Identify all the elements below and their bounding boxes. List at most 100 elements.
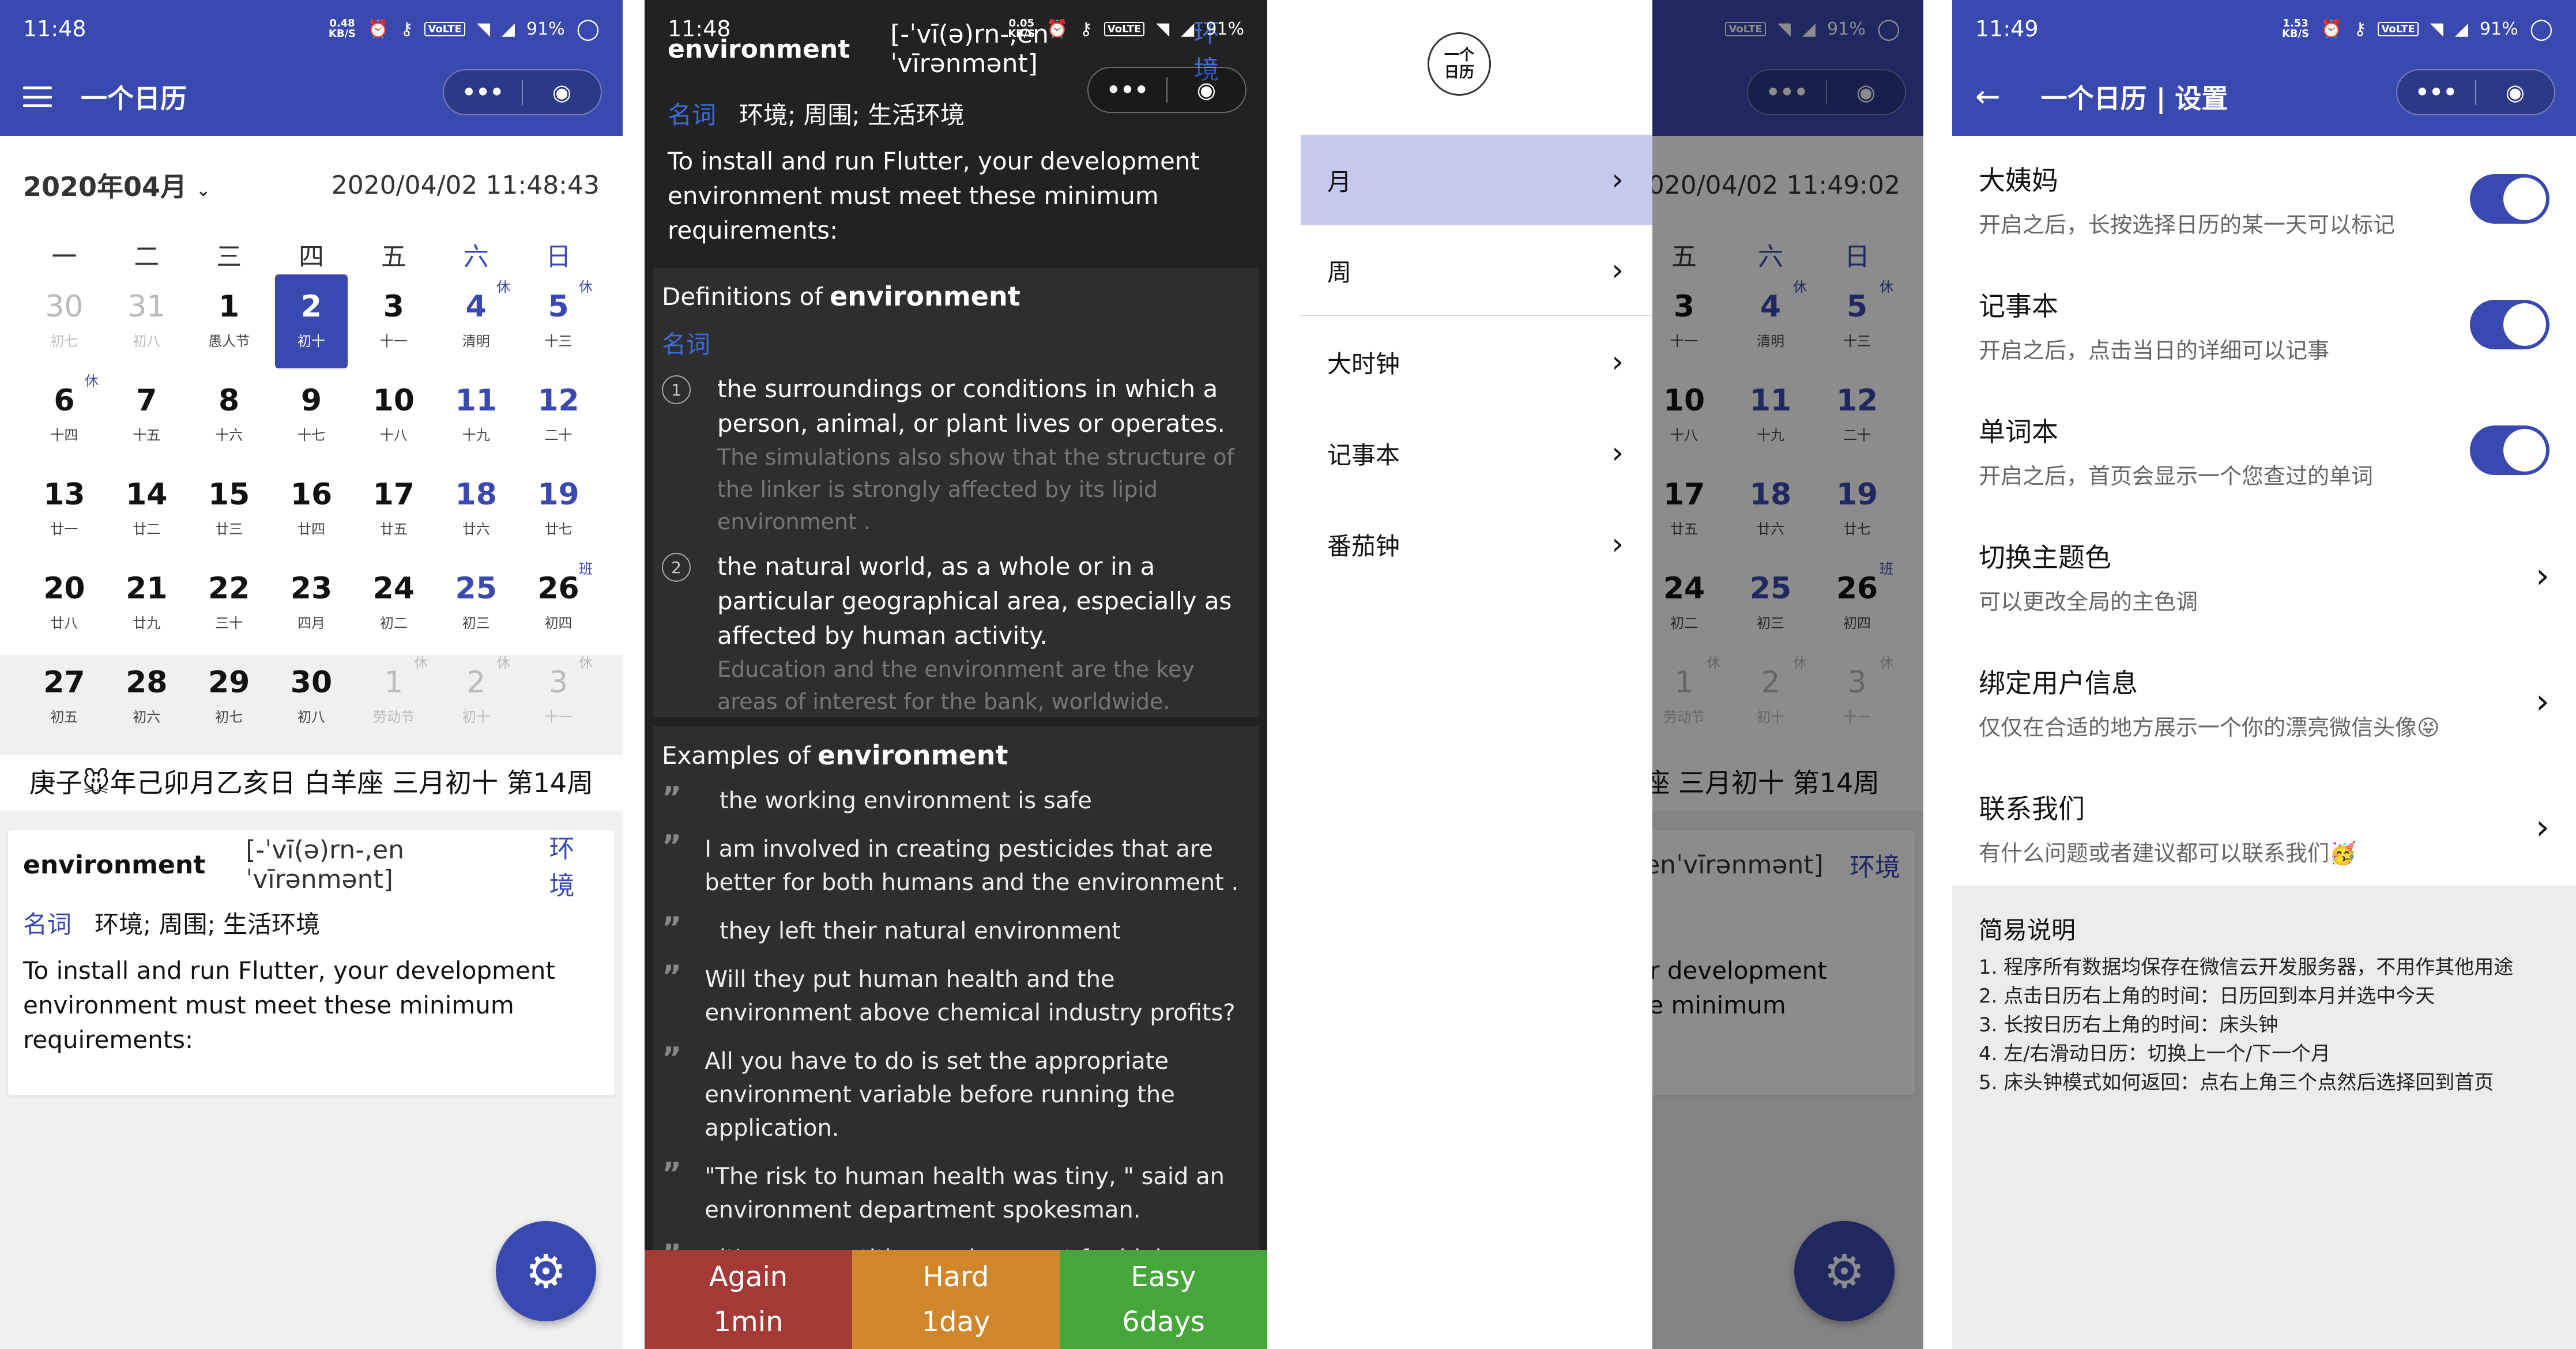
day-cell[interactable]: 7 十五	[106, 368, 188, 462]
day-cell[interactable]: 18 廿六	[435, 462, 517, 556]
day-cell[interactable]: 1 愚人节	[188, 274, 270, 368]
app-title: 一个日历	[81, 83, 187, 114]
chevron-right-icon: ›	[1611, 163, 1624, 197]
day-cell[interactable]: 3 十一休	[517, 650, 600, 744]
day-lunar: 初二	[379, 615, 408, 631]
settings-row[interactable]: 记事本 开启之后，点击当日的详细可以记事	[1952, 262, 2576, 387]
settings-row-text: 单词本 开启之后，首页会显示一个您查过的单词	[1979, 411, 2470, 490]
target-icon[interactable]: ◉	[1168, 77, 1245, 103]
signal-icon: ◢	[1181, 18, 1195, 39]
day-lunar: 初十	[297, 333, 325, 349]
review-label: Again	[709, 1261, 788, 1293]
day-cell[interactable]: 26 初四班	[517, 556, 600, 650]
day-cell[interactable]: 20 廿八	[23, 556, 106, 650]
example-text: they left their natural environment	[720, 918, 1121, 944]
menu-icon[interactable]	[23, 86, 52, 107]
settings-row-title: 联系我们	[1979, 793, 2085, 824]
status-bar: 11:48 0.05 KB/S ⏰ ⚷ VoLTE ◥ ◢ 91%	[645, 0, 1267, 58]
settings-row[interactable]: 切换主题色 可以更改全局的主色调 ›	[1952, 513, 2576, 639]
day-cell[interactable]: 27 初五	[23, 650, 106, 744]
day-cell[interactable]: 23 四月	[270, 556, 353, 650]
month-selector[interactable]: 2020年04月 ⌄	[23, 166, 210, 204]
review-interval: 1day	[921, 1306, 991, 1338]
word-context: To install and run Flutter, your develop…	[668, 147, 1200, 244]
toggle-switch[interactable]	[2470, 174, 2549, 224]
day-cell[interactable]: 13 廿一	[23, 462, 106, 556]
day-number: 22	[208, 571, 250, 606]
target-icon[interactable]: ◉	[523, 80, 601, 105]
holiday-tag: 休	[84, 373, 99, 389]
day-cell[interactable]: 31 初八	[106, 274, 188, 368]
target-icon[interactable]: ◉	[2476, 80, 2554, 105]
example-text: the working environment is safe	[720, 787, 1092, 814]
day-cell[interactable]: 11 十九	[435, 368, 517, 462]
day-cell[interactable]: 2 初十	[274, 274, 348, 368]
key-icon: ⚷	[400, 18, 413, 39]
drawer-item[interactable]: 番茄钟 ›	[1301, 499, 1652, 589]
day-cell[interactable]: 29 初七	[188, 650, 270, 744]
settings-fab[interactable]: ⚙	[496, 1221, 596, 1321]
day-cell[interactable]: 12 二十	[517, 368, 600, 462]
day-lunar: 廿九	[133, 615, 161, 631]
day-cell[interactable]: 21 廿九	[106, 556, 188, 650]
day-cell[interactable]: 16 廿四	[270, 462, 353, 556]
day-cell[interactable]: 28 初六	[106, 650, 188, 744]
review-easy-button[interactable]: Easy 6days	[1060, 1250, 1267, 1349]
wifi-icon: ◥	[2430, 18, 2443, 39]
day-cell[interactable]: 22 三十	[188, 556, 270, 650]
settings-row[interactable]: 单词本 开启之后，首页会显示一个您查过的单词	[1952, 387, 2576, 513]
day-cell[interactable]: 14 廿二	[106, 462, 188, 556]
network-speed: 1.53 KB/S	[2281, 17, 2310, 40]
signal-icon: ◢	[2454, 18, 2469, 39]
day-cell[interactable]: 6十四休	[23, 368, 106, 462]
clock-text[interactable]: 2020/04/02 11:48:43	[332, 171, 600, 200]
review-hard-button[interactable]: Hard 1day	[852, 1250, 1060, 1349]
day-cell[interactable]: 10 十八	[352, 368, 435, 462]
review-again-button[interactable]: Again 1min	[645, 1250, 852, 1349]
review-label: Hard	[922, 1261, 989, 1293]
day-cell[interactable]: 15 廿三	[188, 462, 270, 556]
day-lunar: 廿一	[50, 521, 78, 537]
definition-item: 2 the natural world, as a whole or in a p…	[662, 549, 1250, 718]
day-cell[interactable]: 30 初七	[23, 274, 106, 368]
lunar-info: 庚子🐭年己卯月乙亥日 白羊座 三月初十 第14周	[0, 755, 623, 811]
day-number: 16	[290, 477, 333, 512]
settings-row-subtitle: 开启之后，点击当日的详细可以记事	[1979, 337, 2330, 363]
day-cell[interactable]: 4 清明休	[435, 274, 517, 368]
settings-title: 一个日历 | 设置	[2040, 83, 2228, 114]
day-cell[interactable]: 2 初十休	[435, 650, 517, 744]
settings-row[interactable]: 绑定用户信息 仅仅在合适的地方展示一个你的漂亮微信头像😝 ›	[1952, 639, 2576, 764]
definition-example: The simulations also show that the struc…	[717, 444, 1234, 534]
help-line: 5. 床头钟模式如何返回：点右上角三个点然后选择回到首页	[1979, 1071, 2494, 1094]
day-cell[interactable]: 17 廿五	[352, 462, 435, 556]
word-card[interactable]: environment [-ˈvī(ə)rn-,enˈvīrənmənt] 环境…	[8, 830, 615, 1095]
day-cell[interactable]: 1 劳动节休	[352, 650, 435, 744]
drawer-item[interactable]: 记事本 ›	[1301, 408, 1652, 498]
chevron-down-icon: ⌄	[196, 180, 211, 201]
toggle-switch[interactable]	[2470, 425, 2549, 475]
day-cell[interactable]: 9 十七	[270, 368, 353, 462]
back-arrow-icon[interactable]: ←	[1975, 80, 2001, 114]
definition-text: the surroundings or conditions in which …	[717, 375, 1225, 438]
drawer-item[interactable]: 大时钟 ›	[1301, 317, 1652, 407]
settings-row-subtitle: 仅仅在合适的地方展示一个你的漂亮微信头像😝	[1979, 714, 2440, 740]
more-dots-icon[interactable]: •••	[1089, 77, 1166, 103]
day-cell[interactable]: 19 廿七	[517, 462, 600, 556]
drawer-item[interactable]: 周 ›	[1301, 226, 1652, 316]
toggle-switch[interactable]	[2470, 300, 2549, 349]
settings-row[interactable]: 联系我们 有什么问题或者建议都可以联系我们🥳 ›	[1952, 764, 2576, 890]
day-cell[interactable]: 24 初二	[352, 556, 435, 650]
more-dots-icon[interactable]: •••	[2397, 80, 2475, 105]
volte-badge: VoLTE	[424, 21, 465, 36]
day-number: 3	[383, 289, 404, 324]
settings-row[interactable]: 大姨妈 开启之后，长按选择日历的某一天可以标记	[1952, 136, 2576, 262]
day-cell[interactable]: 5 十三休	[517, 274, 600, 368]
more-dots-icon[interactable]: •••	[444, 80, 522, 105]
day-cell[interactable]: 3 十一	[352, 274, 435, 368]
day-number: 21	[126, 571, 168, 606]
day-cell[interactable]: 8 十六	[188, 368, 270, 462]
day-cell[interactable]: 25 初三	[435, 556, 517, 650]
day-cell[interactable]: 30 初八	[270, 650, 353, 744]
review-interval: 6days	[1122, 1306, 1205, 1338]
drawer-item[interactable]: 月 ›	[1301, 135, 1652, 225]
